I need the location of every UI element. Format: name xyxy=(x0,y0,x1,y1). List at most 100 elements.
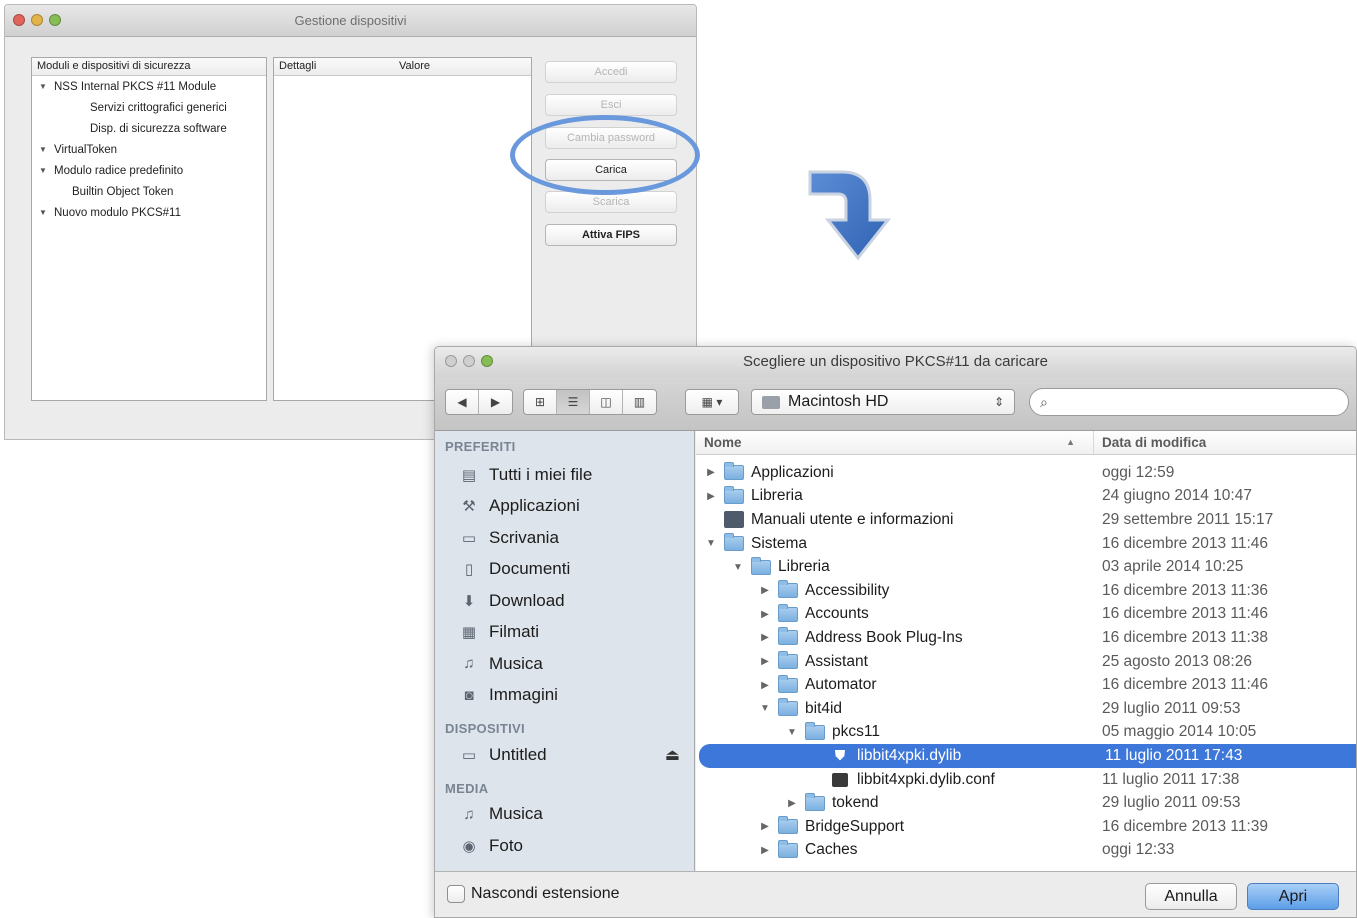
sidebar-item[interactable]: ◙ Immagini xyxy=(435,680,694,712)
disclosure-closed-icon[interactable]: ▶ xyxy=(758,609,772,620)
sidebar-item-label: Download xyxy=(489,590,565,610)
camera-icon: ◉ xyxy=(462,837,476,855)
disclosure-closed-icon[interactable]: ▶ xyxy=(758,845,772,856)
file-row[interactable]: ▶ tokend 29 luglio 2011 09:53 xyxy=(696,791,1356,815)
forward-button[interactable]: ▶ xyxy=(479,390,512,414)
details-column-header[interactable]: Dettagli xyxy=(279,60,399,73)
tree-item[interactable]: Builtin Object Token xyxy=(32,181,266,202)
search-field[interactable]: ⌕ xyxy=(1029,388,1349,416)
hide-extension-checkbox[interactable] xyxy=(447,885,465,903)
icon-view-icon[interactable]: ⊞ xyxy=(524,390,557,414)
file-date: 29 settembre 2011 15:17 xyxy=(1102,510,1274,528)
sidebar-item[interactable]: ▯ Documenti xyxy=(435,554,694,586)
disclosure-closed-icon[interactable]: ▶ xyxy=(758,632,772,643)
tree-item[interactable]: Disp. di sicurezza software xyxy=(32,118,266,139)
disclosure-open-icon[interactable]: ▼ xyxy=(785,727,799,738)
file-name: Sistema xyxy=(751,534,807,552)
view-mode-control: ⊞ ☰ ◫ ▥ xyxy=(523,389,657,415)
disclosure-open-icon[interactable]: ▼ xyxy=(36,208,50,217)
sidebar-item[interactable]: ◉ Foto xyxy=(435,830,694,862)
disclosure-closed-icon[interactable]: ▶ xyxy=(758,585,772,596)
disclosure-closed-icon[interactable]: ▶ xyxy=(704,491,718,502)
disk-icon: ▭ xyxy=(461,746,477,764)
back-button[interactable]: ◀ xyxy=(446,390,479,414)
location-popup[interactable]: Macintosh HD ⇕ xyxy=(751,389,1015,415)
tree-item-label: Modulo radice predefinito xyxy=(54,164,184,177)
enable-fips-button[interactable]: Attiva FIPS xyxy=(545,224,677,246)
sidebar-item-label: Immagini xyxy=(489,685,558,705)
value-column-header[interactable]: Valore xyxy=(399,60,430,73)
file-date: 16 dicembre 2013 11:46 xyxy=(1102,605,1269,623)
security-modules-tree[interactable]: Moduli e dispositivi di sicurezza ▼ NSS I… xyxy=(31,57,267,401)
folder-icon xyxy=(778,839,798,858)
sidebar-item-label: Scrivania xyxy=(489,527,559,547)
file-row[interactable]: ▼ Libreria 03 aprile 2014 10:25 xyxy=(696,555,1356,579)
sidebar-item[interactable]: ▭ Untitled ⏏ xyxy=(435,739,694,771)
hard-disk-icon xyxy=(762,395,780,409)
file-row[interactable]: ▶ Applicazioni oggi 12:59 xyxy=(696,461,1356,485)
date-column-header[interactable]: Data di modifica xyxy=(1094,431,1206,454)
list-view-icon[interactable]: ☰ xyxy=(557,390,590,414)
tree-item[interactable]: ▼ NSS Internal PKCS #11 Module xyxy=(32,76,266,97)
file-row[interactable]: ▼ Sistema 16 dicembre 2013 11:46 xyxy=(696,532,1356,556)
file-row[interactable]: ▶ Accessibility 16 dicembre 2013 11:36 xyxy=(696,579,1356,603)
folder-icon xyxy=(805,721,825,740)
file-row[interactable]: ▶ Assistant 25 agosto 2013 08:26 xyxy=(696,650,1356,674)
disclosure-closed-icon[interactable]: ▶ xyxy=(758,656,772,667)
disclosure-closed-icon[interactable]: ▶ xyxy=(785,798,799,809)
file-row[interactable]: ▶ Accounts 16 dicembre 2013 11:46 xyxy=(696,603,1356,627)
file-name: pkcs11 xyxy=(832,723,880,741)
tree-item[interactable]: ▼ Modulo radice predefinito xyxy=(32,160,266,181)
cover-flow-view-icon[interactable]: ▥ xyxy=(623,390,656,414)
hide-extension-label: Nascondi estensione xyxy=(471,885,620,902)
dialog-title: Scegliere un dispositivo PKCS#11 da cari… xyxy=(743,353,1048,370)
disclosure-closed-icon[interactable]: ▶ xyxy=(758,680,772,691)
file-row[interactable]: ▼ pkcs11 05 maggio 2014 10:05 xyxy=(696,721,1356,745)
tree-item[interactable]: ▼ VirtualToken xyxy=(32,139,266,160)
file-row[interactable]: ▶ Libreria 24 giugno 2014 10:47 xyxy=(696,485,1356,509)
file-row[interactable]: Manuali utente e informazioni 29 settembr… xyxy=(696,508,1356,532)
file-list[interactable]: Nome ▲ Data di modifica ▶ Applicazioni ogg… xyxy=(696,431,1356,871)
sidebar-item-label: Tutti i miei file xyxy=(489,464,593,484)
disclosure-closed-icon[interactable]: ▶ xyxy=(758,821,772,832)
sidebar-item[interactable]: ⚒ Applicazioni xyxy=(435,491,694,523)
file-row[interactable]: ▶ BridgeSupport 16 dicembre 2013 11:39 xyxy=(696,815,1356,839)
tree-body: ▼ NSS Internal PKCS #11 Module Servizi cri… xyxy=(32,76,266,223)
file-row[interactable]: ▶ Caches oggi 12:33 xyxy=(696,839,1356,863)
eject-icon[interactable]: ⏏ xyxy=(665,745,680,765)
folder-icon xyxy=(778,698,798,717)
file-name: Assistant xyxy=(805,652,868,670)
tree-item-label: Disp. di sicurezza software xyxy=(90,122,227,135)
cancel-button[interactable]: Annulla xyxy=(1145,883,1237,910)
sidebar-item[interactable]: ⬇ Download xyxy=(435,585,694,617)
tree-item[interactable]: ▼ Nuovo modulo PKCS#11 xyxy=(32,202,266,223)
file-row[interactable]: ▶ Address Book Plug-Ins 16 dicembre 2013 1… xyxy=(696,626,1356,650)
disclosure-open-icon[interactable]: ▼ xyxy=(704,538,718,549)
column-view-icon[interactable]: ◫ xyxy=(590,390,623,414)
file-row[interactable]: ▶ Automator 16 dicembre 2013 11:46 xyxy=(696,673,1356,697)
file-row[interactable]: ⛊ libbit4xpki.dylib 11 luglio 2011 17:43 xyxy=(699,744,1356,768)
file-name: BridgeSupport xyxy=(805,817,905,835)
name-column-header[interactable]: Nome ▲ xyxy=(696,431,1094,454)
disclosure-open-icon[interactable]: ▼ xyxy=(36,82,50,91)
disclosure-closed-icon[interactable]: ▶ xyxy=(704,467,718,478)
sidebar-item[interactable]: ♫ Musica xyxy=(435,648,694,680)
disclosure-open-icon[interactable]: ▼ xyxy=(36,166,50,175)
sidebar-item[interactable]: ▭ Scrivania xyxy=(435,522,694,554)
open-button[interactable]: Apri xyxy=(1247,883,1339,910)
file-date: oggi 12:33 xyxy=(1102,841,1175,859)
folder-icon xyxy=(724,533,744,552)
arrange-menu[interactable]: ▦ ▾ xyxy=(685,389,739,415)
sidebar-item[interactable]: ♫ Musica xyxy=(435,799,694,831)
disclosure-open-icon[interactable]: ▼ xyxy=(36,145,50,154)
sidebar-item[interactable]: ▦ Filmati xyxy=(435,617,694,649)
disclosure-open-icon[interactable]: ▼ xyxy=(758,703,772,714)
folder-icon xyxy=(778,816,798,835)
logout-button[interactable]: Esci xyxy=(545,94,677,116)
file-row[interactable]: ▼ bit4id 29 luglio 2011 09:53 xyxy=(696,697,1356,721)
sidebar-item[interactable]: ▤ Tutti i miei file xyxy=(435,459,694,491)
file-row[interactable]: libbit4xpki.dylib.conf 11 luglio 2011 17:… xyxy=(696,768,1356,792)
disclosure-open-icon[interactable]: ▼ xyxy=(731,562,745,573)
tree-item[interactable]: Servizi crittografici generici xyxy=(32,97,266,118)
login-button[interactable]: Accedi xyxy=(545,61,677,83)
